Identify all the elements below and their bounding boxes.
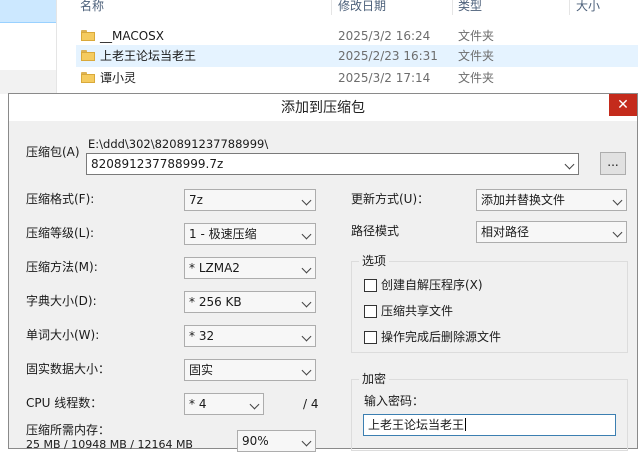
password-input[interactable]: 上老王论坛当老王	[363, 414, 616, 436]
word-size-label: 单词大小(W):	[26, 328, 100, 342]
archive-name-value: 820891237788999.7z	[91, 157, 224, 171]
options-group-title: 选项	[359, 254, 390, 268]
close-button[interactable]: ✕	[609, 94, 637, 116]
file-explorer: 名称 修改日期 类型 大小 __MACOSX 2025/3/2 16:24 文件…	[0, 0, 638, 95]
chevron-down-icon	[301, 436, 312, 447]
method-label: 压缩方法(M):	[26, 260, 98, 274]
threads-value: * 4	[189, 397, 207, 411]
archive-path: E:\ddd\302\820891237788999\	[88, 137, 269, 151]
memory-label: 压缩所需内存：	[26, 423, 111, 437]
folder-icon	[81, 72, 95, 83]
shared-files-checkbox-label[interactable]: 压缩共享文件	[381, 303, 453, 319]
method-value: * LZMA2	[189, 261, 240, 275]
dialog-titlebar[interactable]: 添加到压缩包 ✕	[9, 94, 637, 121]
column-divider[interactable]	[331, 0, 332, 15]
level-value: 1 - 极速压缩	[189, 227, 257, 241]
file-name: 上老王论坛当老王	[100, 49, 197, 63]
solid-size-select[interactable]: 固实	[184, 359, 316, 381]
dictionary-value: * 256 KB	[189, 295, 242, 309]
sfx-checkbox[interactable]	[364, 279, 377, 292]
dialog-title: 添加到压缩包	[281, 100, 365, 116]
update-mode-value: 添加并替换文件	[481, 193, 566, 207]
file-type: 文件夹	[458, 29, 495, 43]
shared-files-checkbox[interactable]	[364, 305, 377, 318]
file-row[interactable]: 上老王论坛当老王 2025/2/23 16:31 文件夹	[76, 45, 638, 67]
file-date: 2025/2/23 16:31	[338, 49, 438, 63]
update-mode-select[interactable]: 添加并替换文件	[476, 189, 627, 211]
chevron-down-icon	[301, 263, 312, 274]
browse-button[interactable]: ...	[600, 152, 626, 175]
word-size-value: * 32	[189, 329, 215, 343]
chevron-down-icon	[301, 365, 312, 376]
level-label: 压缩等级(L):	[26, 226, 95, 240]
file-name: __MACOSX	[100, 29, 165, 43]
sfx-checkbox-label[interactable]: 创建自解压程序(X)	[381, 277, 483, 293]
text-caret	[465, 418, 467, 431]
column-size[interactable]: 大小	[576, 0, 600, 15]
format-select[interactable]: 7z	[184, 189, 316, 211]
solid-size-label: 固实数据大小：	[26, 362, 111, 376]
encryption-group-title: 加密	[359, 372, 390, 386]
nav-item[interactable]	[0, 70, 56, 94]
path-mode-value: 相对路径	[481, 225, 530, 239]
close-icon: ✕	[617, 97, 629, 113]
password-label: 输入密码：	[364, 394, 425, 408]
nav-selected-item[interactable]	[0, 0, 56, 23]
chevron-down-icon	[564, 159, 575, 170]
file-name: 谭小灵	[100, 71, 137, 85]
column-divider[interactable]	[569, 0, 570, 15]
threads-select[interactable]: * 4	[184, 393, 264, 415]
chevron-down-icon	[301, 297, 312, 308]
folder-icon	[81, 50, 95, 61]
threads-total: / 4	[303, 397, 319, 411]
path-mode-select[interactable]: 相对路径	[476, 221, 627, 243]
password-value: 上老王论坛当老王	[368, 418, 465, 432]
path-mode-label: 路径模式	[351, 224, 400, 238]
navigation-pane	[0, 0, 57, 95]
format-value: 7z	[189, 193, 203, 207]
column-divider[interactable]	[452, 0, 453, 15]
column-name[interactable]: 名称	[80, 0, 104, 15]
file-type: 文件夹	[458, 49, 495, 63]
file-date: 2025/3/2 16:24	[338, 29, 431, 43]
chevron-down-icon	[301, 331, 312, 342]
chevron-down-icon	[612, 195, 623, 206]
delete-after-checkbox[interactable]	[364, 331, 377, 344]
dictionary-select[interactable]: * 256 KB	[184, 291, 316, 313]
file-row[interactable]: __MACOSX 2025/3/2 16:24 文件夹	[76, 25, 638, 47]
chevron-down-icon	[301, 229, 312, 240]
column-date[interactable]: 修改日期	[338, 0, 386, 15]
dictionary-label: 字典大小(D):	[26, 294, 97, 308]
archive-name-combobox[interactable]: 820891237788999.7z	[86, 153, 579, 175]
browse-button-label: ...	[607, 155, 619, 169]
file-row[interactable]: 谭小灵 2025/3/2 17:14 文件夹	[76, 67, 638, 89]
file-date: 2025/3/2 17:14	[338, 71, 431, 85]
update-mode-label: 更新方式(U)：	[351, 192, 430, 206]
chevron-down-icon	[249, 399, 260, 410]
delete-after-checkbox-label[interactable]: 操作完成后删除源文件	[381, 329, 501, 345]
method-select[interactable]: * LZMA2	[184, 257, 316, 279]
memory-detail: 25 MB / 10948 MB / 12164 MB	[26, 438, 193, 451]
memory-usage-value: 90%	[242, 434, 269, 448]
format-label: 压缩格式(F):	[26, 192, 95, 206]
archive-label: 压缩包(A)	[26, 145, 80, 159]
file-type: 文件夹	[458, 71, 495, 85]
word-size-select[interactable]: * 32	[184, 325, 316, 347]
chevron-down-icon	[301, 195, 312, 206]
chevron-down-icon	[612, 227, 623, 238]
folder-icon	[81, 30, 95, 41]
column-header: 名称 修改日期 类型 大小	[76, 0, 638, 15]
solid-size-value: 固实	[189, 363, 214, 377]
column-type[interactable]: 类型	[458, 0, 482, 15]
threads-label: CPU 线程数：	[26, 396, 103, 410]
add-to-archive-dialog: 添加到压缩包 ✕ 压缩包(A) E:\ddd\302\8208912377889…	[8, 93, 638, 452]
level-select[interactable]: 1 - 极速压缩	[184, 223, 316, 245]
